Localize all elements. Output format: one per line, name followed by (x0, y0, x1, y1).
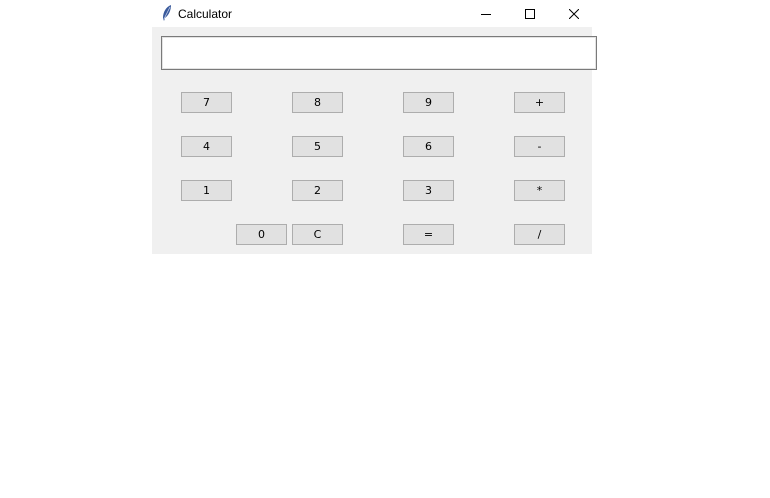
close-button[interactable] (552, 0, 596, 27)
window-title: Calculator (178, 7, 233, 21)
key-7-button[interactable]: 7 (181, 92, 232, 113)
divide-button[interactable]: / (514, 224, 565, 245)
key-8-button[interactable]: 8 (292, 92, 343, 113)
subtract-button[interactable]: - (514, 136, 565, 157)
display-field[interactable] (161, 36, 597, 70)
key-9-button[interactable]: 9 (403, 92, 454, 113)
key-6-button[interactable]: 6 (403, 136, 454, 157)
minimize-icon (481, 13, 491, 15)
calculator-window: Calculator 7 8 9 + 4 5 6 - 1 2 3 * 0 C =… (152, 0, 597, 254)
minimize-button[interactable] (464, 0, 508, 27)
key-4-button[interactable]: 4 (181, 136, 232, 157)
add-button[interactable]: + (514, 92, 565, 113)
maximize-button[interactable] (508, 0, 552, 27)
key-5-button[interactable]: 5 (292, 136, 343, 157)
title-bar[interactable]: Calculator (152, 0, 592, 27)
feather-icon (161, 4, 173, 22)
close-icon (569, 8, 579, 19)
key-0-button[interactable]: 0 (236, 224, 287, 245)
key-2-button[interactable]: 2 (292, 180, 343, 201)
key-3-button[interactable]: 3 (403, 180, 454, 201)
key-1-button[interactable]: 1 (181, 180, 232, 201)
clear-button[interactable]: C (292, 224, 343, 245)
multiply-button[interactable]: * (514, 180, 565, 201)
equals-button[interactable]: = (403, 224, 454, 245)
maximize-icon (525, 8, 535, 19)
